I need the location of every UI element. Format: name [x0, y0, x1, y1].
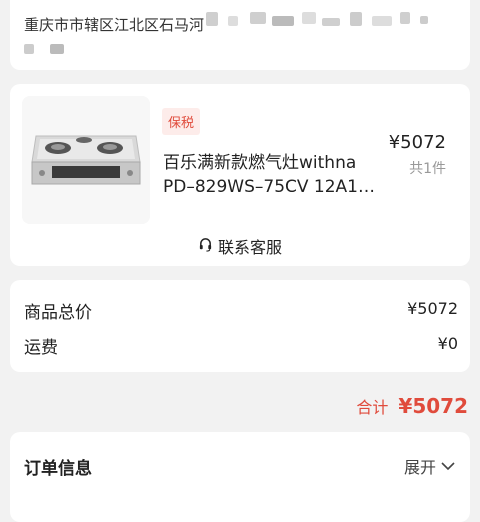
shipping-label: 运费 [24, 338, 58, 358]
address-redacted [250, 12, 266, 24]
goods-total-value: ¥5072 [407, 299, 458, 318]
product-quantity: 共1件 [409, 161, 446, 177]
product-title-line2[interactable]: PD–829WS–75CV 12A1… [163, 177, 375, 197]
address-redacted [50, 44, 64, 54]
price-summary-card: 商品总价 ¥5072 运费 ¥0 [10, 280, 470, 372]
address-card[interactable]: 重庆市市辖区江北区石马河 [10, 0, 470, 70]
address-redacted [272, 16, 294, 26]
goods-total-label: 商品总价 [24, 303, 92, 323]
shipping-value: ¥0 [437, 334, 458, 353]
address-redacted [302, 12, 316, 24]
address-redacted [350, 12, 362, 26]
grand-total-label: 合计 [356, 398, 389, 417]
gas-stove-image[interactable] [22, 96, 150, 224]
address-redacted [228, 16, 238, 26]
expand-label: 展开 [403, 458, 436, 477]
grand-total-value: ¥5072 [398, 394, 468, 418]
headset-icon [198, 237, 213, 256]
address-redacted [400, 12, 410, 24]
product-title-line1[interactable]: 百乐满新款燃气灶withna [163, 148, 356, 173]
chevron-down-icon [440, 457, 456, 476]
order-info-title: 订单信息 [24, 459, 92, 479]
address-redacted [372, 16, 392, 26]
address-text: 重庆市市辖区江北区石马河 [24, 16, 205, 34]
expand-button[interactable]: 展开 [404, 454, 456, 478]
address-redacted [420, 16, 428, 24]
address-redacted [24, 44, 34, 54]
order-info-card: 订单信息 展开 [10, 432, 470, 522]
address-redacted [322, 18, 340, 26]
product-card: 保税 百乐满新款燃气灶withna PD–829WS–75CV 12A1… ¥5… [10, 84, 470, 266]
address-redacted [206, 12, 218, 26]
contact-service-label: 联系客服 [218, 238, 283, 257]
bonded-tag: 保税 [162, 108, 201, 135]
grand-total: 合计 ¥5072 [356, 394, 468, 418]
gas-stove-illustration [22, 96, 150, 224]
product-price: ¥5072 [388, 132, 446, 153]
contact-service-button[interactable]: 联系客服 [198, 234, 282, 258]
